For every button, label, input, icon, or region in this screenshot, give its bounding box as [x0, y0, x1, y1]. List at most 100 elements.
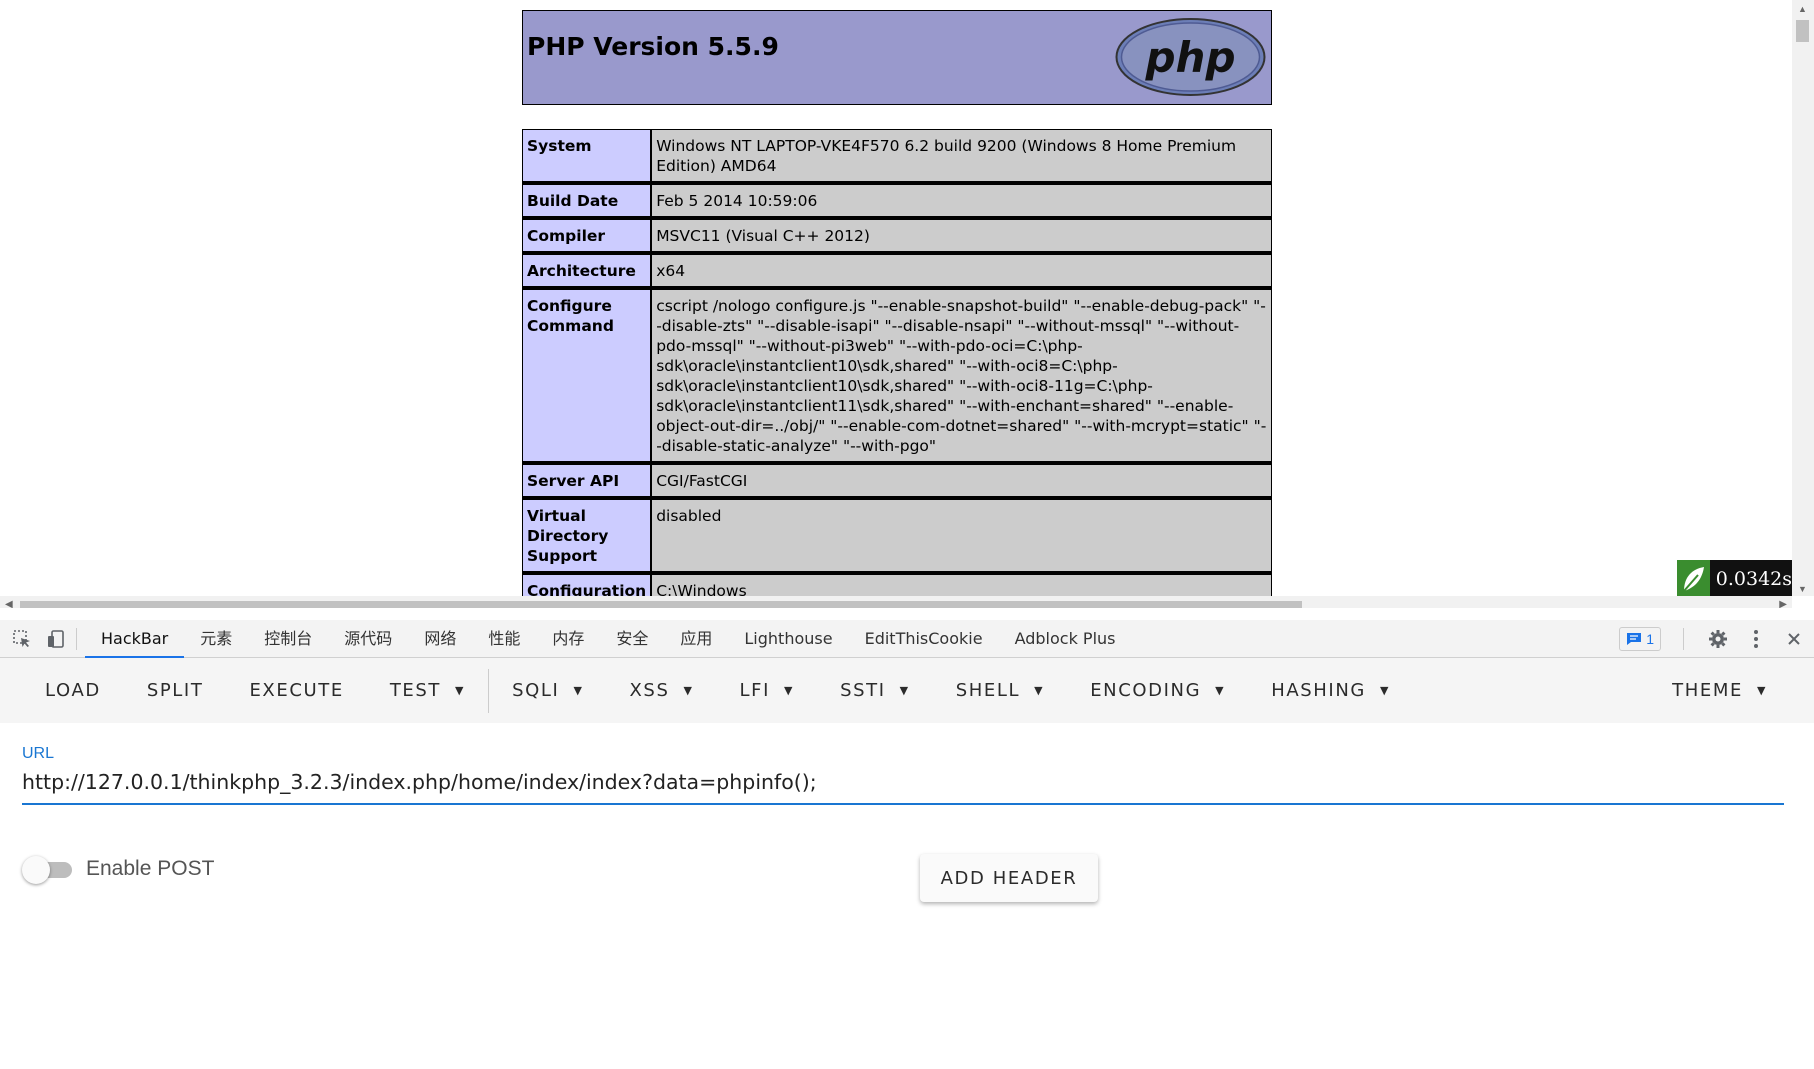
url-input[interactable] — [22, 770, 1784, 805]
hackbar-button[interactable]: SHELL ▼ — [933, 673, 1067, 709]
hackbar-button-label: SHELL — [955, 680, 1021, 701]
info-value: MSVC11 (Visual C++ 2012) — [651, 217, 1272, 252]
devtools-panel: HackBar 元素 控制台 源代码 网络 性能 内存 安全 应用 Lighthouse EditT… — [0, 620, 1814, 1069]
hackbar-button-label: LOAD — [45, 680, 101, 701]
hackbar-button[interactable]: TEST ▼ — [367, 673, 488, 709]
horizontal-scrollbar[interactable]: ◀ ▶ — [0, 596, 1792, 608]
hackbar-button[interactable]: SPLIT — [124, 673, 227, 709]
hackbar-button-label: ENCODING — [1090, 680, 1202, 701]
hackbar-button[interactable]: EXECUTE — [226, 673, 366, 709]
close-icon[interactable] — [1782, 627, 1806, 651]
scroll-right-icon[interactable]: ▶ — [1779, 599, 1787, 608]
enable-post-label: Enable POST — [86, 857, 215, 880]
enable-post-toggle[interactable] — [22, 856, 74, 884]
hackbar-button[interactable]: HASHING ▼ — [1248, 673, 1413, 709]
info-key: Architecture — [522, 252, 652, 287]
info-key: Server API — [522, 462, 652, 497]
info-value: Windows NT LAPTOP-VKE4F570 6.2 build 920… — [651, 129, 1272, 182]
devtools-right-controls: 1 — [1619, 620, 1806, 658]
hackbar-button[interactable]: XSS ▼ — [607, 673, 717, 709]
vertical-scrollbar[interactable]: ▲ ▼ — [1792, 0, 1814, 596]
toolbar-divider — [76, 627, 77, 650]
info-row: Compiler MSVC11 (Visual C++ 2012) — [522, 217, 1272, 252]
chevron-down-icon: ▼ — [573, 684, 584, 697]
info-key: Compiler — [522, 217, 652, 252]
message-icon — [1627, 633, 1642, 645]
hackbar-button-label: LFI — [739, 680, 771, 701]
gear-icon[interactable] — [1706, 627, 1730, 651]
info-value: CGI/FastCGI — [651, 462, 1272, 497]
hackbar-button[interactable]: LFI ▼ — [717, 673, 818, 709]
scroll-up-icon[interactable]: ▲ — [1798, 4, 1807, 14]
info-row: Virtual Directory Support disabled — [522, 497, 1272, 572]
devtools-tab[interactable]: 元素 — [184, 620, 248, 658]
device-toolbar-icon[interactable] — [44, 627, 68, 651]
devtools-tab[interactable]: HackBar — [85, 620, 185, 659]
theme-button[interactable]: THEME ▼ — [1649, 673, 1790, 709]
devtools-tab[interactable]: 性能 — [472, 620, 536, 658]
svg-text:php: php — [1144, 33, 1235, 82]
timer-badge[interactable]: 0.0342s — [1677, 560, 1792, 598]
info-value: disabled — [651, 497, 1272, 572]
hackbar-button-label: TEST — [389, 680, 442, 701]
url-field-block: URL — [22, 745, 1784, 805]
scroll-left-icon[interactable]: ◀ — [5, 599, 13, 608]
devtools-tab[interactable]: 源代码 — [328, 620, 408, 658]
page-viewport: PHP Version 5.5.9 php System Windows NT L… — [0, 0, 1814, 608]
chevron-down-icon: ▼ — [683, 684, 694, 697]
hackbar-button-label: XSS — [629, 680, 670, 701]
devtools-tab-bar: HackBar 元素 控制台 源代码 网络 性能 内存 安全 应用 Lighthouse EditT… — [0, 620, 1814, 659]
devtools-tabs: HackBar 元素 控制台 源代码 网络 性能 内存 安全 应用 Lighthouse EditT… — [85, 620, 1132, 659]
chevron-down-icon: ▼ — [1756, 684, 1767, 697]
chevron-down-icon: ▼ — [1034, 684, 1045, 697]
vertical-scroll-thumb[interactable] — [1796, 20, 1809, 42]
devtools-tab[interactable]: 内存 — [536, 620, 600, 658]
info-value: x64 — [651, 252, 1272, 287]
info-row: Build Date Feb 5 2014 10:59:06 — [522, 182, 1272, 217]
devtools-tab[interactable]: EditThisCookie — [849, 620, 999, 658]
devtools-tab[interactable]: 应用 — [664, 620, 728, 658]
hackbar-button-label: HASHING — [1271, 680, 1366, 701]
toolbar-divider — [1683, 628, 1684, 650]
more-options-icon[interactable] — [1744, 627, 1768, 651]
hackbar-buttons: LOAD SPLIT EXECUTE TEST ▼ SQLI ▼ XSS ▼ LFI ▼ SSTI ▼ S… — [22, 668, 1413, 713]
messages-count: 1 — [1646, 631, 1654, 647]
devtools-tab[interactable]: Adblock Plus — [999, 620, 1132, 658]
info-key: Configure Command — [522, 287, 652, 462]
scroll-down-icon[interactable]: ▼ — [1798, 584, 1807, 594]
devtools-tab[interactable]: 安全 — [600, 620, 664, 658]
chevron-down-icon: ▼ — [455, 684, 466, 697]
phpinfo-header: PHP Version 5.5.9 php — [522, 10, 1272, 105]
phpinfo-page: PHP Version 5.5.9 php System Windows NT L… — [522, 10, 1272, 608]
hackbar-button-label: SQLI — [512, 680, 560, 701]
leaf-icon — [1677, 560, 1710, 598]
chevron-down-icon: ▼ — [1215, 684, 1226, 697]
devtools-tab[interactable]: Lighthouse — [728, 620, 848, 658]
info-key: Virtual Directory Support — [522, 497, 652, 572]
hackbar-button[interactable]: SQLI ▼ — [489, 673, 606, 709]
info-key: System — [522, 129, 652, 182]
enable-post-row: Enable POST — [22, 856, 215, 884]
messages-badge[interactable]: 1 — [1619, 627, 1661, 651]
hackbar-button-label: EXECUTE — [249, 680, 344, 701]
hackbar-button[interactable]: LOAD — [22, 673, 124, 709]
hackbar-toolbar: LOAD SPLIT EXECUTE TEST ▼ SQLI ▼ XSS ▼ LFI ▼ SSTI ▼ S… — [0, 658, 1814, 723]
devtools-tab[interactable]: 控制台 — [248, 620, 328, 658]
info-key: Build Date — [522, 182, 652, 217]
url-label: URL — [22, 745, 55, 762]
inspect-element-icon[interactable] — [10, 627, 34, 651]
page-title: PHP Version 5.5.9 — [527, 32, 779, 61]
info-row: Configure Command cscript /nologo configu… — [522, 287, 1272, 462]
info-table: System Windows NT LAPTOP-VKE4F570 6.2 bui… — [522, 129, 1272, 608]
theme-label: THEME — [1672, 680, 1743, 701]
php-logo: php — [1115, 18, 1266, 96]
chevron-down-icon: ▼ — [784, 684, 795, 697]
hackbar-button[interactable]: SSTI ▼ — [817, 673, 933, 709]
hackbar-button[interactable]: ENCODING ▼ — [1067, 673, 1248, 709]
chevron-down-icon: ▼ — [1379, 684, 1391, 697]
devtools-tab[interactable]: 网络 — [408, 620, 472, 658]
add-header-button[interactable]: ADD HEADER — [920, 854, 1098, 902]
info-row: Server API CGI/FastCGI — [522, 462, 1272, 497]
horizontal-scroll-thumb[interactable] — [20, 601, 1302, 608]
hackbar-button-label: SSTI — [840, 680, 886, 701]
